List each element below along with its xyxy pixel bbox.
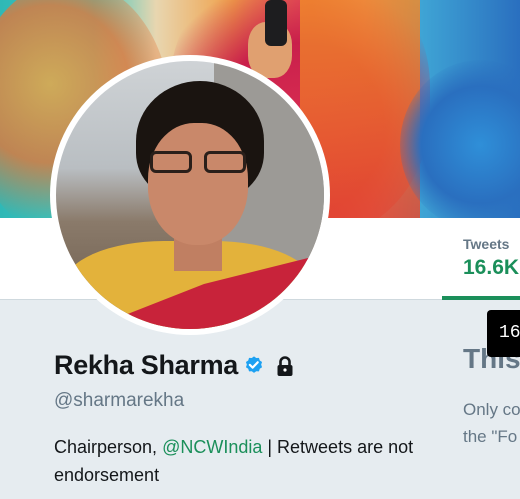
active-tab-indicator: [442, 296, 520, 300]
tweets-stat[interactable]: Tweets: [463, 236, 509, 254]
bio-text: Chairperson,: [54, 437, 163, 457]
avatar-glasses: [148, 151, 248, 173]
avatar-face-front: [148, 123, 248, 245]
profile-name[interactable]: Rekha Sharma: [54, 350, 238, 381]
avatar-photo: [56, 61, 324, 329]
bio-mention-link[interactable]: @NCWIndia: [162, 437, 262, 457]
glasses-lens: [204, 151, 246, 173]
tweets-stat-value[interactable]: 16.6K: [463, 256, 519, 280]
profile-handle[interactable]: @sharmarekha: [54, 390, 184, 412]
tweets-stat-label: Tweets: [463, 236, 510, 252]
protected-notice-text: the "Fo: [463, 427, 518, 446]
banner-microphone: [265, 0, 287, 46]
profile-avatar[interactable]: [50, 55, 330, 335]
glasses-lens: [150, 151, 192, 173]
profile-bio: Chairperson, @NCWIndia | Retweets are no…: [54, 433, 424, 489]
verified-badge-icon: [245, 355, 263, 373]
profile-name-row: Rekha Sharma: [54, 350, 297, 381]
lock-icon: [277, 355, 293, 376]
protected-notice-text: Only co: [463, 400, 520, 419]
stat-tooltip: 16: [487, 310, 520, 357]
